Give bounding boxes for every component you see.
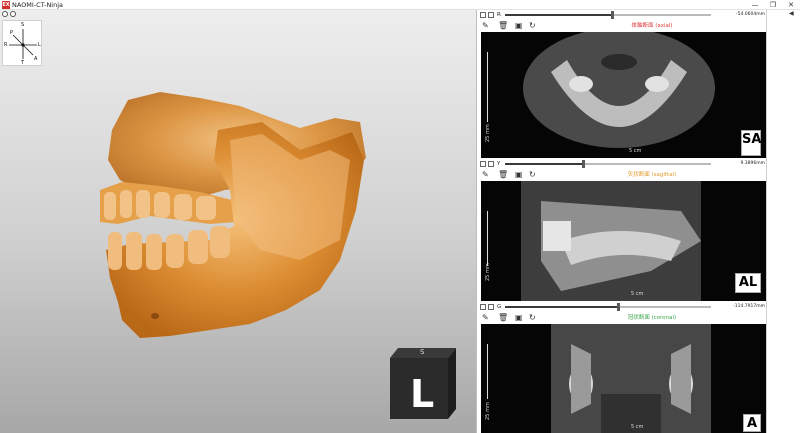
axial-toolbar: ✎ 🗑 ▣ ↻ 体軸断面 (axial) <box>477 20 767 32</box>
delete-icon[interactable]: 🗑 <box>498 20 508 32</box>
sagittal-axis-label: Y <box>497 161 501 167</box>
coronal-caption: 冠状断面 (coronal) <box>627 315 677 321</box>
axial-scale-bar <box>487 52 489 122</box>
coronal-slider[interactable] <box>505 303 711 311</box>
right-side-panel: ◀ <box>766 10 800 433</box>
measure-pen-icon[interactable]: ✎ <box>482 312 489 324</box>
axial-caption: 体軸断面 (axial) <box>631 23 673 29</box>
coronal-slider-handle[interactable] <box>617 303 621 311</box>
sagittal-slider-handle[interactable] <box>582 160 586 168</box>
app-icon: EX <box>2 1 10 9</box>
coronal-lock-icon[interactable] <box>488 304 494 310</box>
axial-axis-label: R <box>497 12 501 18</box>
axial-ct-image <box>523 32 715 148</box>
export-icon[interactable]: ▣ <box>515 169 523 181</box>
slice-views-panel: R -54.0604mm ✎ 🗑 ▣ ↻ 体軸断面 (axial) 25 mm … <box>476 10 767 433</box>
coronal-position-readout: -114.7917mm <box>733 304 765 309</box>
sagittal-visibility-toggle[interactable] <box>480 161 486 167</box>
sagittal-orientation-badge: AL <box>735 273 761 293</box>
measure-pen-icon[interactable]: ✎ <box>482 20 489 32</box>
coronal-slider-fill <box>505 306 619 308</box>
sagittal-cm-label: 5 cm <box>631 291 644 297</box>
sagittal-toolbar: ✎ 🗑 ▣ ↻ 矢状断面 (sagittal) <box>477 169 767 181</box>
axial-lock-icon[interactable] <box>488 12 494 18</box>
measure-pen-icon[interactable]: ✎ <box>482 169 489 181</box>
reset-icon[interactable]: ↻ <box>529 312 536 324</box>
sagittal-scale-bar <box>487 211 489 266</box>
sagittal-slider[interactable] <box>505 160 711 168</box>
sagittal-scale-label: 25 mm <box>485 263 491 281</box>
delete-icon[interactable]: 🗑 <box>498 312 508 324</box>
axial-slider-handle[interactable] <box>611 11 615 19</box>
title-bar: EX NAOMI-CT-Ninja — ❐ ✕ <box>0 0 800 10</box>
export-icon[interactable]: ▣ <box>515 312 523 324</box>
sagittal-ct-image <box>521 181 701 301</box>
coronal-ct-image <box>551 324 711 433</box>
axial-position-readout: -54.0604mm <box>736 12 765 17</box>
coronal-scale-label: 25 mm <box>485 402 491 420</box>
sagittal-position-readout: 9.3896mm <box>740 161 765 166</box>
sagittal-lock-icon[interactable] <box>488 161 494 167</box>
minimize-button[interactable]: — <box>746 0 764 10</box>
collapse-panel-icon[interactable]: ◀ <box>789 10 794 17</box>
coronal-toolbar: ✎ 🗑 ▣ ↻ 冠状断面 (coronal) <box>477 312 767 324</box>
axial-slider-row: R -54.0604mm <box>477 11 767 19</box>
sagittal-slider-row: Y 9.3896mm <box>477 160 767 168</box>
cube-face-label: L <box>410 372 435 416</box>
axial-ct-view[interactable]: 25 mm 5 cm SA <box>481 32 767 158</box>
maximize-button[interactable]: ❐ <box>764 0 782 10</box>
coronal-slider-row: G -114.7917mm <box>477 303 767 311</box>
coronal-scale-bar <box>487 344 489 399</box>
window-title: NAOMI-CT-Ninja <box>12 1 64 9</box>
reset-icon[interactable]: ↻ <box>529 169 536 181</box>
axial-orientation-badge: SA <box>741 130 761 156</box>
close-button[interactable]: ✕ <box>782 0 800 10</box>
axial-slider-fill <box>505 14 613 16</box>
axial-cm-label: 5 cm <box>629 148 642 154</box>
volume-3d-viewer[interactable]: P S R L T A L S <box>0 10 476 433</box>
sagittal-slider-fill <box>505 163 584 165</box>
sagittal-caption: 矢状断面 (sagittal) <box>627 172 677 178</box>
reset-icon[interactable]: ↻ <box>529 20 536 32</box>
coronal-cm-label: 5 cm <box>631 424 644 430</box>
cube-top-label: S <box>420 347 425 355</box>
axial-slider[interactable] <box>505 11 711 19</box>
coronal-visibility-toggle[interactable] <box>480 304 486 310</box>
sagittal-ct-view[interactable]: 25 mm 5 cm AL <box>481 181 767 301</box>
coronal-orientation-badge: A <box>743 414 761 432</box>
coronal-axis-label: G <box>497 304 502 310</box>
axial-visibility-toggle[interactable] <box>480 12 486 18</box>
delete-icon[interactable]: 🗑 <box>498 169 508 181</box>
coronal-ct-view[interactable]: 25 mm 5 cm A <box>481 324 767 433</box>
axial-scale-label: 25 mm <box>485 124 491 142</box>
export-icon[interactable]: ▣ <box>515 20 523 32</box>
